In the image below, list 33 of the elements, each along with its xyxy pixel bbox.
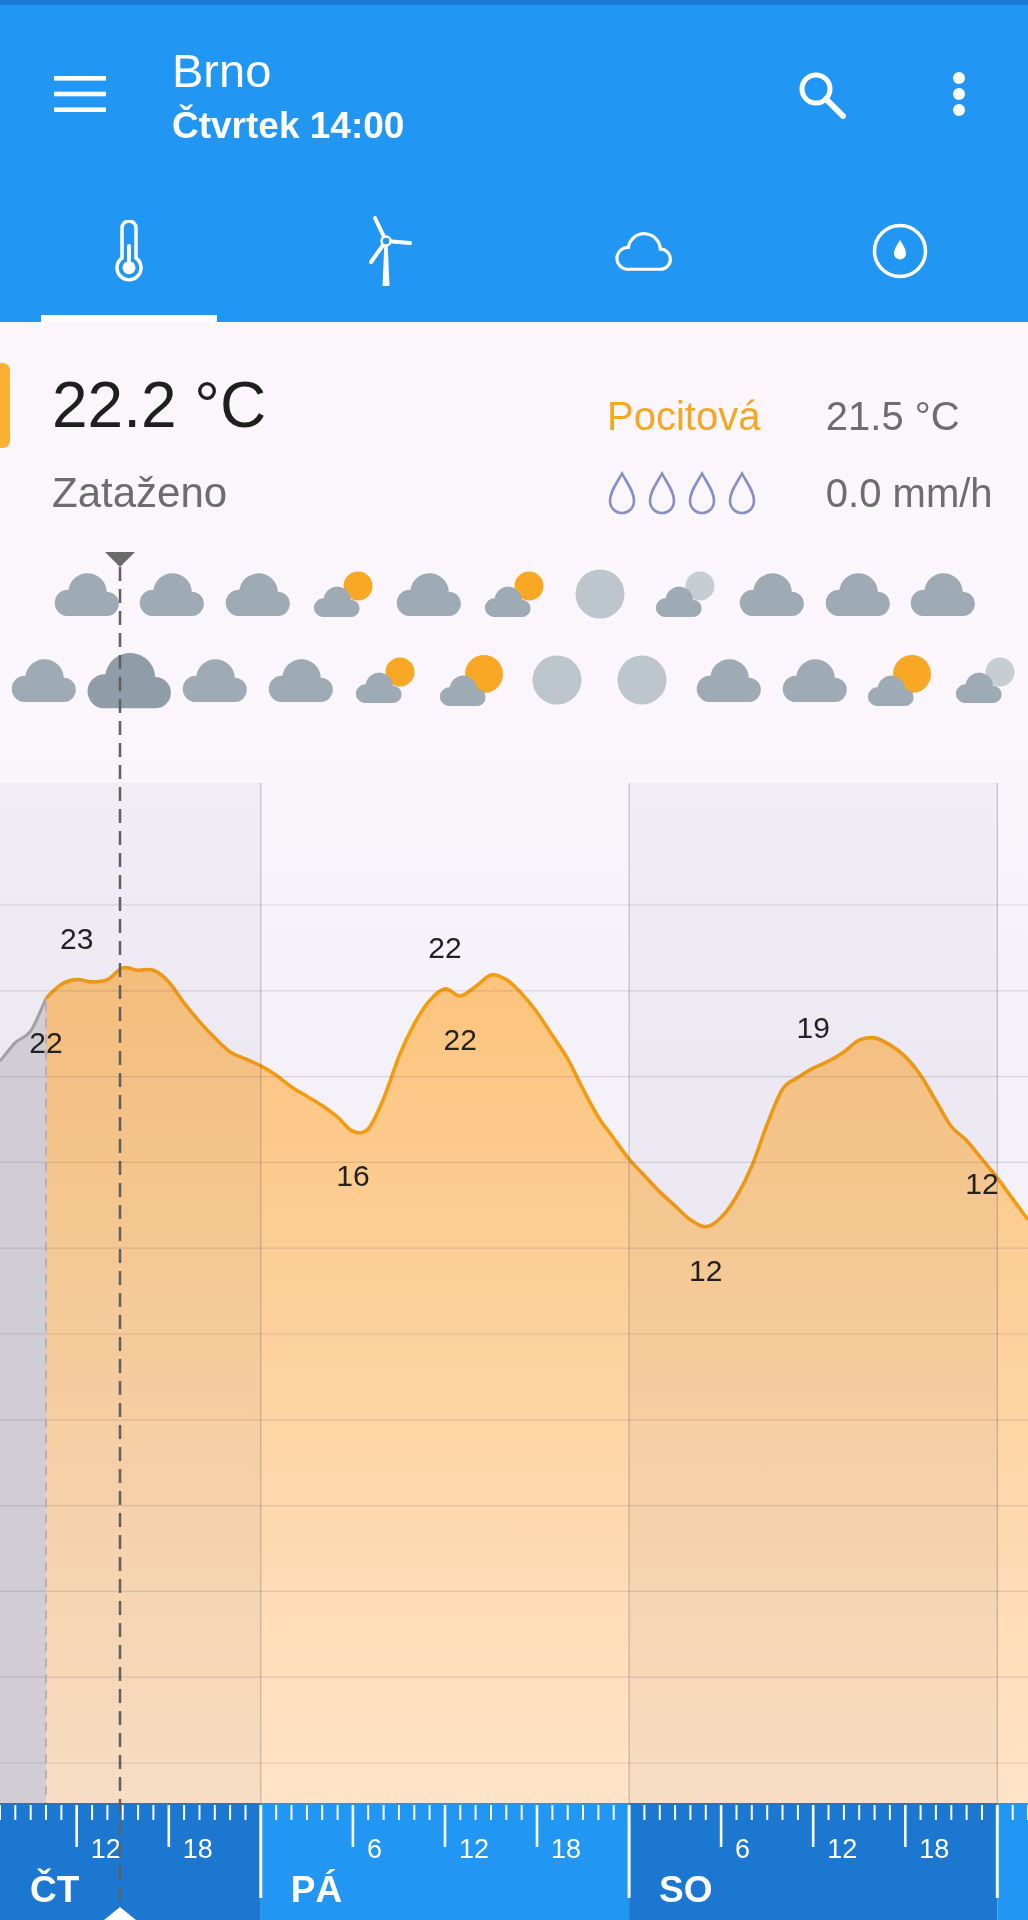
temperature-label: 12 <box>965 1166 999 1200</box>
feels-like-value: 21.5 °C <box>825 392 960 439</box>
drop-icon <box>687 471 717 515</box>
temperature-label: 12 <box>689 1254 723 1288</box>
hour-label: 12 <box>459 1834 490 1864</box>
day-label: SO <box>659 1869 713 1910</box>
drop-icon <box>607 471 637 515</box>
temperature-label: 22 <box>443 1023 477 1057</box>
day-label: PÁ <box>290 1869 343 1910</box>
date-time: Čtvrtek 14:00 <box>172 103 405 148</box>
hour-label: 18 <box>182 1834 213 1864</box>
hour-label: 18 <box>919 1834 950 1864</box>
condition-text: Zataženo <box>52 468 228 518</box>
more-icon <box>952 71 966 117</box>
drop-in-circle-icon <box>871 223 928 279</box>
menu-icon <box>54 76 106 112</box>
hour-label: 6 <box>366 1834 382 1864</box>
feels-like-label: Pocitová <box>607 392 761 439</box>
drop-icon <box>647 471 677 515</box>
hour-label: 12 <box>90 1834 121 1864</box>
hour-label: 18 <box>551 1834 582 1864</box>
city-title: Brno <box>172 45 272 97</box>
current-temperature: 22.2 °C <box>52 370 267 441</box>
temperature-label: 19 <box>796 1010 830 1044</box>
hour-label: 12 <box>827 1834 858 1864</box>
hour-label: 6 <box>735 1834 751 1864</box>
day-label: ČT <box>30 1869 80 1910</box>
precipitation-rate: 0.0 mm/h <box>825 470 993 516</box>
temperature-label: 22 <box>29 1025 63 1059</box>
temperature-label: 22 <box>428 931 462 965</box>
temperature-label: 16 <box>336 1158 370 1192</box>
temperature-label: 23 <box>60 922 94 956</box>
drop-icon <box>727 471 757 515</box>
